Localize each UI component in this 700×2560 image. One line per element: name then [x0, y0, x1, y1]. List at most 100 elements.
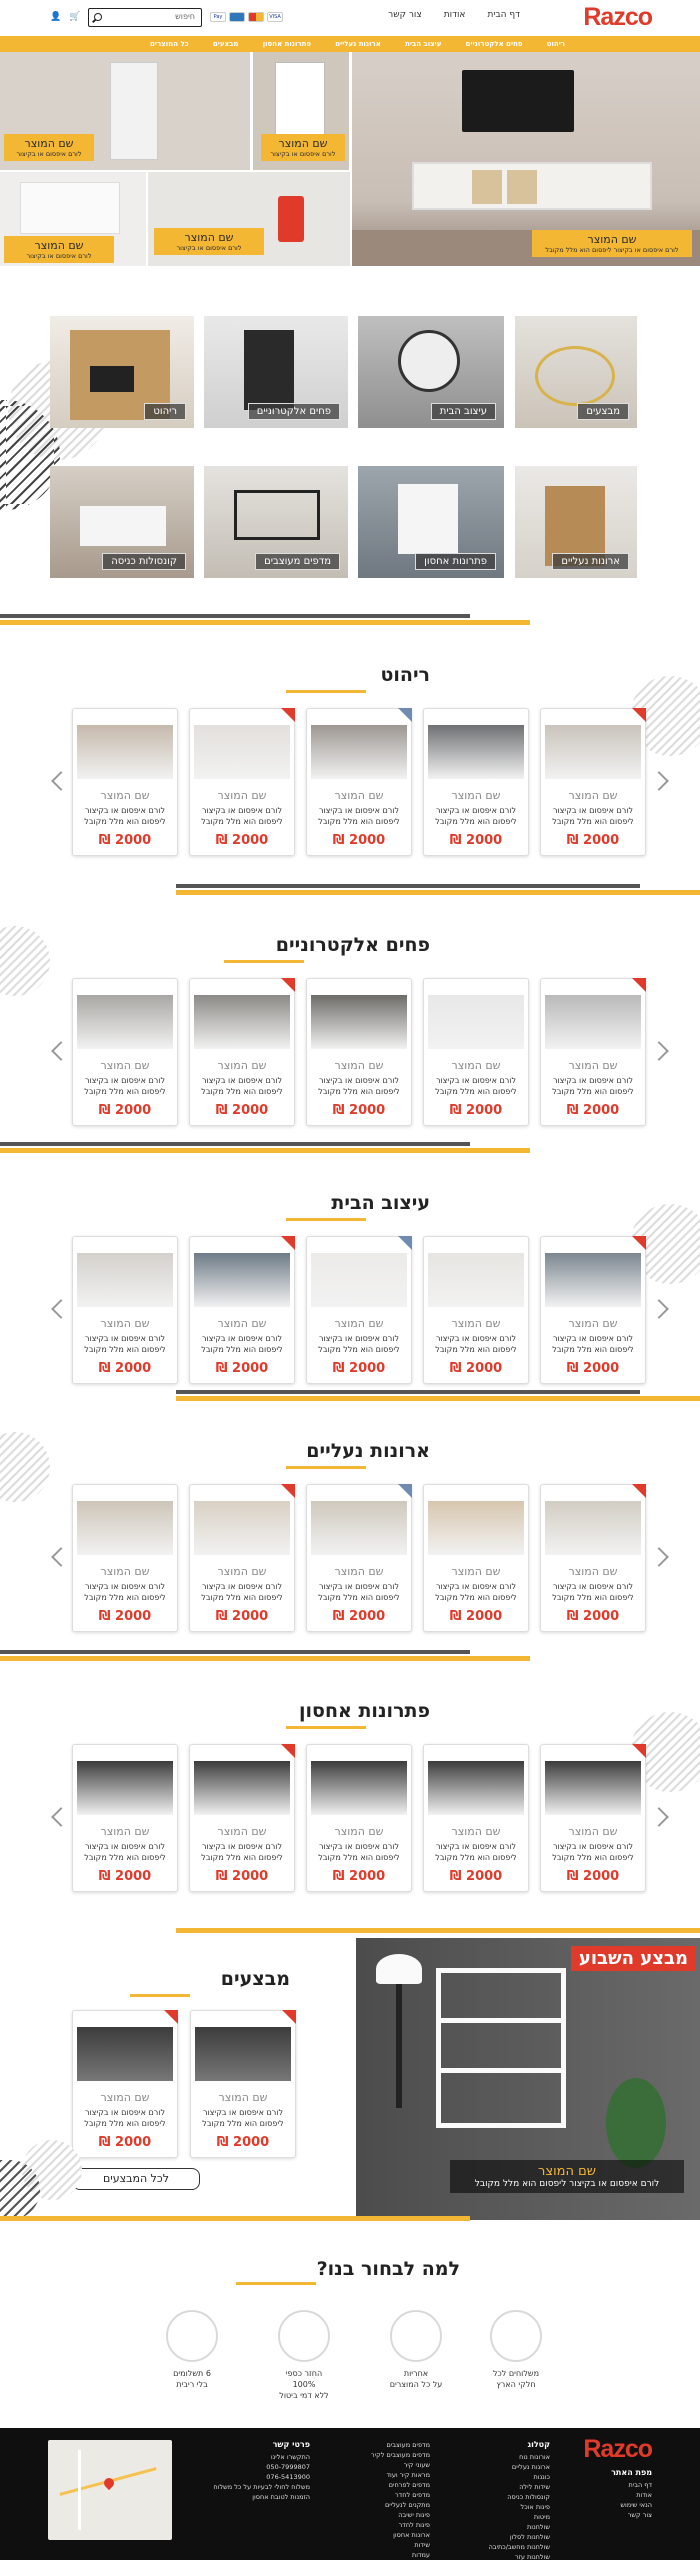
map-image[interactable] — [48, 2440, 172, 2540]
footer-link[interactable]: פינות אוכל — [440, 2502, 550, 2512]
catbar-storage[interactable]: פתרונות אחסון — [263, 36, 311, 52]
product-card[interactable]: שם המוצר לורם איפסום או בקיצור ליפסום הוא… — [540, 1484, 646, 1632]
product-card[interactable]: שם המוצר לורם איפסום או בקיצור ליפסום הוא… — [423, 978, 529, 1126]
footer-link[interactable]: שולחנות מחשב/כתיבה — [440, 2542, 550, 2552]
footer-link[interactable]: מדפים מעוצבים לקיר — [320, 2450, 430, 2460]
product-card[interactable]: שם המוצר לורם איפסום או בקיצור ליפסום הוא… — [72, 1484, 178, 1632]
category-tile[interactable]: פחים אלקטרוניים — [204, 316, 348, 428]
product-card[interactable]: שם המוצר לורם איפסום או בקיצור ליפסום הוא… — [540, 708, 646, 856]
footer-link[interactable]: עמדות — [320, 2550, 430, 2560]
carousel-prev-arrow[interactable] — [51, 1547, 71, 1567]
nav-about[interactable]: אודות — [444, 10, 466, 20]
hero-small-3[interactable]: שם המוצר לורם איפסום או בקיצור — [148, 172, 350, 266]
section-title: ריהוט — [380, 664, 430, 686]
category-tile[interactable]: מבצעים — [515, 316, 637, 428]
carousel-next-arrow[interactable] — [649, 1547, 669, 1567]
hero-small-2[interactable]: שם המוצר לורם איפסום או בקיצור — [0, 52, 250, 170]
product-card[interactable]: שם המוצר לורם איפסום או בקיצור ליפסום הוא… — [72, 708, 178, 856]
footer-logo[interactable]: Razco — [583, 2435, 653, 2463]
footer-link[interactable]: שולחנות עזר — [440, 2552, 550, 2560]
deal-card[interactable]: שם המוצר לורם איפסום או בקיצור ליפסום הוא… — [190, 2010, 296, 2158]
catbar-all[interactable]: כל המוצרים — [150, 36, 189, 52]
footer-link[interactable]: אורונות נוח — [440, 2452, 550, 2462]
all-deals-button[interactable]: לכל המבצעים — [72, 2168, 200, 2190]
footer-link[interactable]: מיטות — [440, 2512, 550, 2522]
footer-link[interactable]: דף הבית — [582, 2480, 652, 2490]
category-tile[interactable]: קונסולות כניסה — [50, 466, 194, 578]
contact-lines: התקשרו אלינו 050-7999807 076-5413900 משלוח … — [190, 2452, 310, 2502]
product-card[interactable]: שם המוצר לורם איפסום או בקיצור ליפסום הוא… — [72, 978, 178, 1126]
search-icon[interactable] — [94, 13, 102, 21]
carousel-next-arrow[interactable] — [649, 1299, 669, 1319]
product-card[interactable]: שם המוצר לורם איפסום או בקיצור ליפסום הוא… — [189, 978, 295, 1126]
product-card[interactable]: שם המוצר לורם איפסום או בקיצור ליפסום הוא… — [189, 708, 295, 856]
footer-link[interactable]: פינות ישיבה — [320, 2510, 430, 2520]
catbar-shoes[interactable]: ארונות נעליים — [335, 36, 381, 52]
category-tile[interactable]: ריהוט — [50, 316, 194, 428]
product-card[interactable]: שם המוצר לורם איפסום או בקיצור ליפסום הוא… — [540, 978, 646, 1126]
product-card[interactable]: שם המוצר לורם איפסום או בקיצור ליפסום הוא… — [306, 708, 412, 856]
carousel-next-arrow[interactable] — [649, 771, 669, 791]
footer-link[interactable]: שולחנות — [440, 2522, 550, 2532]
carousel-prev-arrow[interactable] — [51, 1807, 71, 1827]
product-card[interactable]: שם המוצר לורם איפסום או בקיצור ליפסום הוא… — [540, 1744, 646, 1892]
category-tile[interactable]: עיצוב הבית — [358, 316, 504, 428]
product-desc: לורם איפסום או בקיצור ליפסום הוא מלל מקו… — [318, 1842, 400, 1862]
footer-link[interactable]: מתקנים לנעליים — [320, 2500, 430, 2510]
footer-link[interactable]: שולחנות לסלון — [440, 2532, 550, 2542]
nav-home[interactable]: דף הבית — [487, 10, 520, 20]
footer-link[interactable]: פינות לחדר — [320, 2520, 430, 2530]
category-tile[interactable]: ארונות נעליים — [515, 466, 637, 578]
footer-link[interactable]: אודות — [582, 2490, 652, 2500]
product-card[interactable]: שם המוצר לורם איפסום או בקיצור ליפסום הוא… — [306, 1744, 412, 1892]
catbar-deals[interactable]: מבצעים — [213, 36, 239, 52]
product-card[interactable]: שם המוצר לורם איפסום או בקיצור ליפסום הוא… — [306, 1484, 412, 1632]
product-card[interactable]: שם המוצר לורם איפסום או בקיצור ליפסום הוא… — [306, 1236, 412, 1384]
carousel-prev-arrow[interactable] — [51, 1299, 71, 1319]
catbar-furniture[interactable]: ריהוט — [547, 36, 565, 52]
product-card[interactable]: שם המוצר לורם איפסום או בקיצור ליפסום הוא… — [423, 1744, 529, 1892]
footer-link[interactable]: מראות קיר ועוד — [320, 2470, 431, 2480]
hero-small-1[interactable]: שם המוצר לורם איפסום או בקיצור — [253, 52, 349, 170]
footer-link[interactable]: שעוני קיר — [320, 2460, 430, 2470]
footer-link[interactable]: כוננות — [440, 2472, 550, 2482]
carousel-prev-arrow[interactable] — [51, 1041, 71, 1061]
category-tile[interactable]: פתרונות אחסון — [358, 466, 504, 578]
carousel-next-arrow[interactable] — [649, 1041, 669, 1061]
logo[interactable]: Razco — [583, 3, 653, 31]
deal-card[interactable]: שם המוצר לורם איפסום או בקיצור ליפסום הוא… — [72, 2010, 178, 2158]
footer-link[interactable]: ארונות נעליים — [440, 2462, 550, 2472]
category-tile[interactable]: מדפים מעוצבים — [204, 466, 348, 578]
footer-link[interactable]: ארונות אחסון — [320, 2530, 430, 2540]
footer-link[interactable]: מדפים לפרחים — [320, 2480, 430, 2490]
deals-hero[interactable]: מבצע השבוע שם המוצר לורם איפסום או בקיצו… — [356, 1938, 700, 2220]
footer-link[interactable]: מדפים לחדר — [320, 2490, 430, 2500]
footer-link[interactable]: מדפים מעוצבים — [320, 2440, 431, 2450]
catbar-decor[interactable]: עיצוב הבית — [405, 36, 441, 52]
product-card[interactable]: שם המוצר לורם איפסום או בקיצור ליפסום הוא… — [189, 1744, 295, 1892]
product-card[interactable]: שם המוצר לורם איפסום או בקיצור ליפסום הוא… — [540, 1236, 646, 1384]
footer-link[interactable]: שידות לילה — [440, 2482, 550, 2492]
cart-icon[interactable]: 🛒 — [69, 12, 80, 22]
hero-main[interactable]: שם המוצר לורם איפסום או בקיצור ליפסום הו… — [352, 52, 700, 266]
hero-small-4[interactable]: שם המוצר לורם איפסום או בקיצור — [0, 172, 146, 266]
nav-contact[interactable]: צור קשר — [388, 10, 422, 20]
search-input[interactable]: חיפוש — [88, 8, 202, 27]
footer-link[interactable]: הנאי שימוש — [582, 2500, 652, 2510]
deco-circle — [0, 926, 50, 996]
product-card[interactable]: שם המוצר לורם איפסום או בקיצור ליפסום הוא… — [306, 978, 412, 1126]
footer-link[interactable]: שידות — [320, 2540, 430, 2550]
product-card[interactable]: שם המוצר לורם איפסום או בקיצור ליפסום הוא… — [72, 1236, 178, 1384]
carousel-prev-arrow[interactable] — [51, 771, 71, 791]
product-card[interactable]: שם המוצר לורם איפסום או בקיצור ליפסום הוא… — [189, 1236, 295, 1384]
footer-link[interactable]: צור קשר — [582, 2510, 652, 2520]
product-card[interactable]: שם המוצר לורם איפסום או בקיצור ליפסום הוא… — [423, 1484, 529, 1632]
product-card[interactable]: שם המוצר לורם איפסום או בקיצור ליפסום הוא… — [72, 1744, 178, 1892]
carousel-next-arrow[interactable] — [649, 1807, 669, 1827]
user-icon[interactable]: 👤 — [50, 12, 61, 22]
catbar-bins[interactable]: פחים אלקטרוניים — [466, 36, 523, 52]
footer-link[interactable]: קונסולות כניסה — [440, 2492, 550, 2502]
product-card[interactable]: שם המוצר לורם איפסום או בקיצור ליפסום הוא… — [189, 1484, 295, 1632]
product-card[interactable]: שם המוצר לורם איפסום או בקיצור ליפסום הוא… — [423, 1236, 529, 1384]
product-card[interactable]: שם המוצר לורם איפסום או בקיצור ליפסום הוא… — [423, 708, 529, 856]
